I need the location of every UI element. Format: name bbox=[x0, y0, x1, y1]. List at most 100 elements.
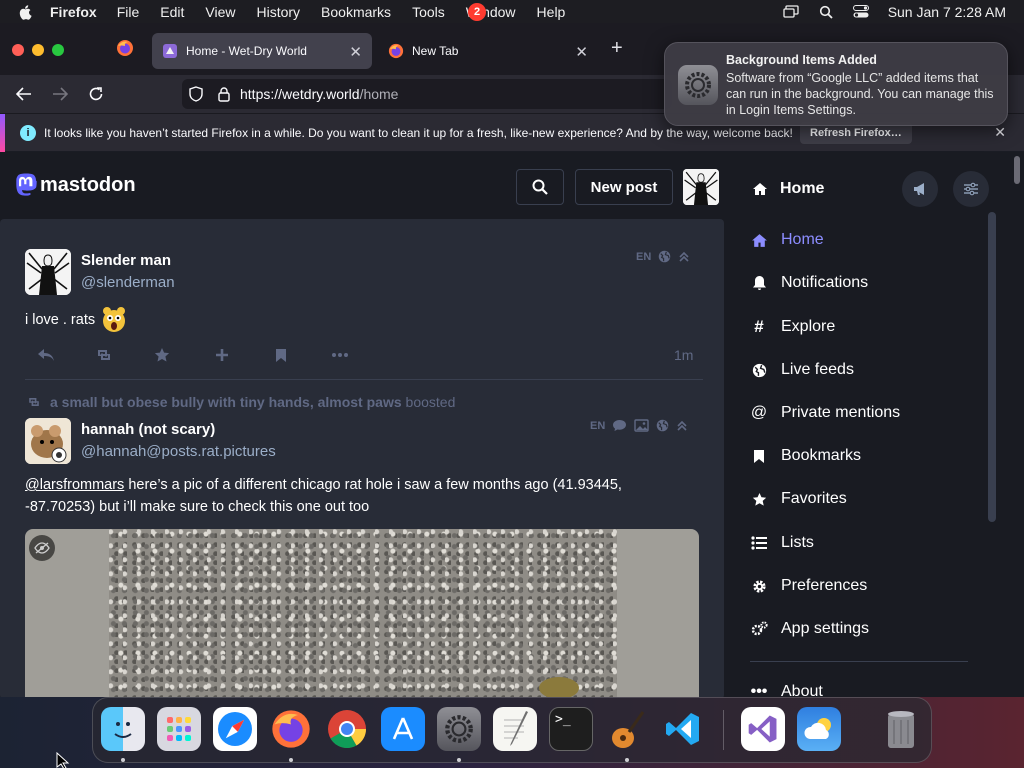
menu-history[interactable]: History bbox=[256, 4, 300, 20]
menu-file[interactable]: File bbox=[117, 4, 140, 20]
lock-icon[interactable] bbox=[216, 86, 232, 102]
bookmark-icon[interactable] bbox=[271, 346, 291, 364]
user-avatar[interactable] bbox=[683, 169, 719, 205]
new-post-button[interactable]: New post bbox=[575, 169, 673, 205]
dock-weather[interactable] bbox=[797, 707, 841, 751]
search-button[interactable] bbox=[516, 169, 564, 205]
notification-badge: 2 bbox=[468, 3, 486, 21]
gear-icon bbox=[750, 577, 768, 595]
collapse-chevron-icon[interactable] bbox=[678, 251, 690, 263]
window-minimize-button[interactable] bbox=[32, 44, 44, 56]
visual-studio-icon bbox=[748, 715, 777, 743]
nav-lists[interactable]: Lists bbox=[750, 531, 814, 555]
menu-app-name[interactable]: Firefox bbox=[50, 4, 97, 20]
more-ellipsis-icon[interactable] bbox=[330, 346, 350, 364]
language-badge: EN bbox=[636, 250, 652, 263]
back-arrow-icon[interactable] bbox=[14, 84, 34, 104]
post-display-name[interactable]: Slender man bbox=[81, 252, 171, 269]
slender-man-avatar-image bbox=[683, 169, 719, 205]
favorite-star-icon[interactable] bbox=[152, 346, 172, 364]
post-display-name[interactable]: hannah (not scary) bbox=[81, 421, 215, 438]
reload-icon[interactable] bbox=[86, 84, 106, 104]
dock-textedit[interactable] bbox=[493, 707, 537, 751]
tab-home-wet-dry-world[interactable]: Home - Wet-Dry World ✕ bbox=[152, 33, 372, 69]
nav-favorites[interactable]: Favorites bbox=[750, 487, 847, 511]
post-avatar[interactable] bbox=[25, 249, 71, 295]
nav-private-mentions[interactable]: @ Private mentions bbox=[750, 401, 900, 425]
post-media-image[interactable] bbox=[25, 529, 699, 697]
nav-bookmarks[interactable]: Bookmarks bbox=[750, 444, 861, 468]
tab-close-icon[interactable]: ✕ bbox=[575, 43, 588, 61]
boost-icon[interactable] bbox=[94, 346, 114, 364]
dock-garageband[interactable] bbox=[605, 707, 649, 751]
infobar-close-icon[interactable]: ✕ bbox=[994, 124, 1006, 141]
menu-edit[interactable]: Edit bbox=[160, 4, 184, 20]
post-handle[interactable]: @slenderman bbox=[81, 274, 175, 291]
finder-face-icon bbox=[114, 722, 132, 738]
screen-mirroring-icon[interactable] bbox=[783, 5, 800, 19]
nav-explore[interactable]: # Explore bbox=[750, 315, 835, 339]
new-tab-plus-icon[interactable]: + bbox=[611, 37, 623, 60]
add-plus-icon[interactable] bbox=[212, 346, 232, 364]
reply-icon[interactable] bbox=[36, 346, 56, 364]
tab-close-icon[interactable]: ✕ bbox=[349, 43, 362, 61]
hide-media-button[interactable] bbox=[29, 535, 55, 561]
forward-arrow-icon[interactable] bbox=[50, 84, 70, 104]
announcements-button[interactable] bbox=[902, 171, 938, 207]
dock-launchpad[interactable] bbox=[157, 707, 201, 751]
firefox-view-button[interactable] bbox=[113, 36, 137, 60]
post-divider bbox=[25, 379, 703, 380]
url-host: https://wetdry.world bbox=[240, 86, 360, 102]
nav-label: Preferences bbox=[781, 577, 868, 594]
post-avatar[interactable] bbox=[25, 418, 71, 464]
nav-home[interactable]: Home bbox=[750, 228, 824, 252]
dock-terminal[interactable]: >_ bbox=[549, 707, 593, 751]
post-handle[interactable]: @hannah@posts.rat.pictures bbox=[81, 443, 276, 460]
window-close-button[interactable] bbox=[12, 44, 24, 56]
dock-firefox[interactable] bbox=[269, 707, 313, 751]
dock-trash[interactable] bbox=[879, 707, 923, 751]
dock-app-store[interactable] bbox=[381, 707, 425, 751]
nav-notifications[interactable]: Notifications bbox=[750, 271, 868, 295]
language-badge: EN bbox=[590, 419, 606, 432]
nav-preferences[interactable]: Preferences bbox=[750, 574, 867, 598]
menu-tools[interactable]: Tools bbox=[412, 4, 445, 20]
dock-finder[interactable] bbox=[101, 707, 145, 751]
image-attachment-icon bbox=[634, 419, 649, 432]
spotlight-search-icon[interactable] bbox=[818, 5, 835, 19]
menu-help[interactable]: Help bbox=[537, 4, 566, 20]
url-bar[interactable]: https://wetdry.world/home bbox=[182, 79, 672, 109]
info-icon: i bbox=[20, 124, 36, 141]
mention-link[interactable]: @larsfrommars bbox=[25, 477, 124, 493]
tracking-protection-shield-icon[interactable] bbox=[188, 86, 204, 102]
dock-vscode[interactable] bbox=[661, 707, 705, 751]
column-title[interactable]: Home bbox=[780, 180, 824, 198]
nav-app-settings[interactable]: App settings bbox=[750, 617, 869, 641]
dock-system-settings[interactable] bbox=[437, 707, 481, 751]
firefox-icon bbox=[388, 43, 404, 59]
post-meta: EN bbox=[590, 419, 688, 432]
tab-title: New Tab bbox=[412, 44, 459, 58]
background-items-notification[interactable]: Background Items Added Software from “Go… bbox=[664, 42, 1008, 126]
menu-view[interactable]: View bbox=[205, 4, 235, 20]
dock-safari[interactable] bbox=[213, 707, 257, 751]
menu-bookmarks[interactable]: Bookmarks bbox=[321, 4, 391, 20]
control-center-icon[interactable] bbox=[853, 5, 870, 19]
window-zoom-button[interactable] bbox=[52, 44, 64, 56]
post-timestamp[interactable]: 1m bbox=[674, 347, 693, 363]
dock-chrome[interactable] bbox=[325, 707, 369, 751]
menubar-clock[interactable]: Sun Jan 7 2:28 AM bbox=[888, 4, 1006, 20]
tab-new-tab[interactable]: New Tab ✕ bbox=[378, 33, 598, 69]
collapse-chevron-icon[interactable] bbox=[676, 420, 688, 432]
nav-scrollbar[interactable] bbox=[988, 212, 996, 522]
apple-menu-icon[interactable] bbox=[18, 4, 34, 20]
nav-about[interactable]: ••• About bbox=[750, 680, 823, 697]
booster-name[interactable]: a small but obese bully with tiny hands,… bbox=[50, 394, 402, 410]
url-text[interactable]: https://wetdry.world/home bbox=[240, 86, 398, 102]
mastodon-page: mastodon New post Slender man @slenderma… bbox=[0, 152, 1024, 697]
dock-visual-studio[interactable] bbox=[741, 707, 785, 751]
mastodon-logo[interactable]: mastodon bbox=[14, 172, 136, 198]
page-scrollbar[interactable] bbox=[1014, 156, 1020, 184]
nav-live-feeds[interactable]: Live feeds bbox=[750, 358, 854, 382]
column-settings-button[interactable] bbox=[953, 171, 989, 207]
